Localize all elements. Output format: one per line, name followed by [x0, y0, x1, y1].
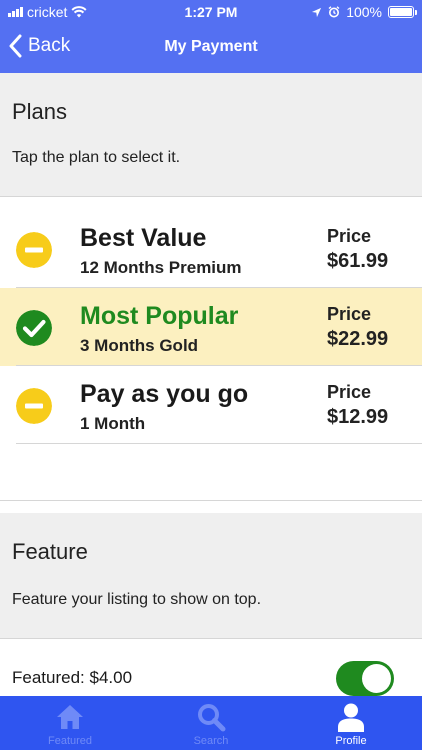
plan-price: $12.99: [327, 406, 389, 428]
plan-price: $22.99: [327, 328, 389, 350]
nav-bar: Back My Payment: [0, 24, 422, 73]
plans-section-header: Plans Tap the plan to select it.: [0, 73, 422, 197]
plan-name: Best Value: [80, 224, 207, 252]
price-label: Price: [327, 226, 372, 246]
plan-row-most-popular[interactable]: Most Popular 3 Months Gold Price $22.99: [0, 288, 422, 366]
divider: [16, 443, 422, 444]
feature-heading: Feature: [12, 539, 88, 564]
battery-percent: 100%: [346, 4, 382, 20]
app-header: cricket 1:27 PM 100% Back My Payment: [0, 0, 422, 73]
plan-description: 3 Months Gold: [80, 336, 199, 355]
featured-option-row: Featured: $4.00: [0, 656, 422, 696]
price-label: Price: [327, 304, 372, 324]
tab-label: Search: [193, 735, 229, 747]
tab-label: Profile: [335, 735, 367, 747]
plan-name: Pay as you go: [80, 380, 249, 408]
plan-row-pay-as-you-go[interactable]: Pay as you go 1 Month Price $12.99: [0, 366, 422, 444]
plans-heading: Plans: [12, 99, 68, 124]
tab-label: Featured: [47, 735, 93, 747]
plan-name: Most Popular: [80, 302, 239, 330]
tab-profile[interactable]: Profile: [281, 696, 421, 750]
section-divider: [0, 500, 422, 501]
status-right: 100%: [311, 4, 417, 20]
location-icon: [312, 7, 322, 17]
home-icon: [57, 705, 83, 729]
alarm-icon: [328, 6, 340, 18]
plans-subtitle: Tap the plan to select it.: [12, 149, 181, 166]
plan-price: $61.99: [327, 250, 389, 272]
tab-featured[interactable]: Featured: [0, 696, 140, 750]
tab-search[interactable]: Search: [141, 696, 281, 750]
price-label: Price: [327, 382, 372, 402]
feature-section-header: Feature Feature your listing to show on …: [0, 513, 422, 639]
search-icon: [198, 704, 226, 732]
tab-bar: Featured Search Profile: [0, 696, 422, 750]
check-circle-icon: [16, 310, 52, 346]
plan-description: 1 Month: [80, 414, 146, 433]
feature-subtitle: Feature your listing to show on top.: [12, 591, 262, 608]
page-title: My Payment: [164, 38, 258, 55]
battery-icon: [388, 6, 417, 18]
toggle-knob: [362, 664, 391, 693]
status-bar: cricket 1:27 PM 100%: [0, 0, 422, 24]
plan-row-best-value[interactable]: Best Value 12 Months Premium Price $61.9…: [0, 210, 422, 288]
featured-toggle[interactable]: [336, 661, 394, 696]
featured-label: Featured: $4.00: [12, 668, 133, 687]
profile-icon: [338, 703, 364, 732]
minus-circle-icon: [16, 388, 52, 424]
plan-description: 12 Months Premium: [80, 258, 242, 277]
minus-circle-icon: [16, 232, 52, 268]
